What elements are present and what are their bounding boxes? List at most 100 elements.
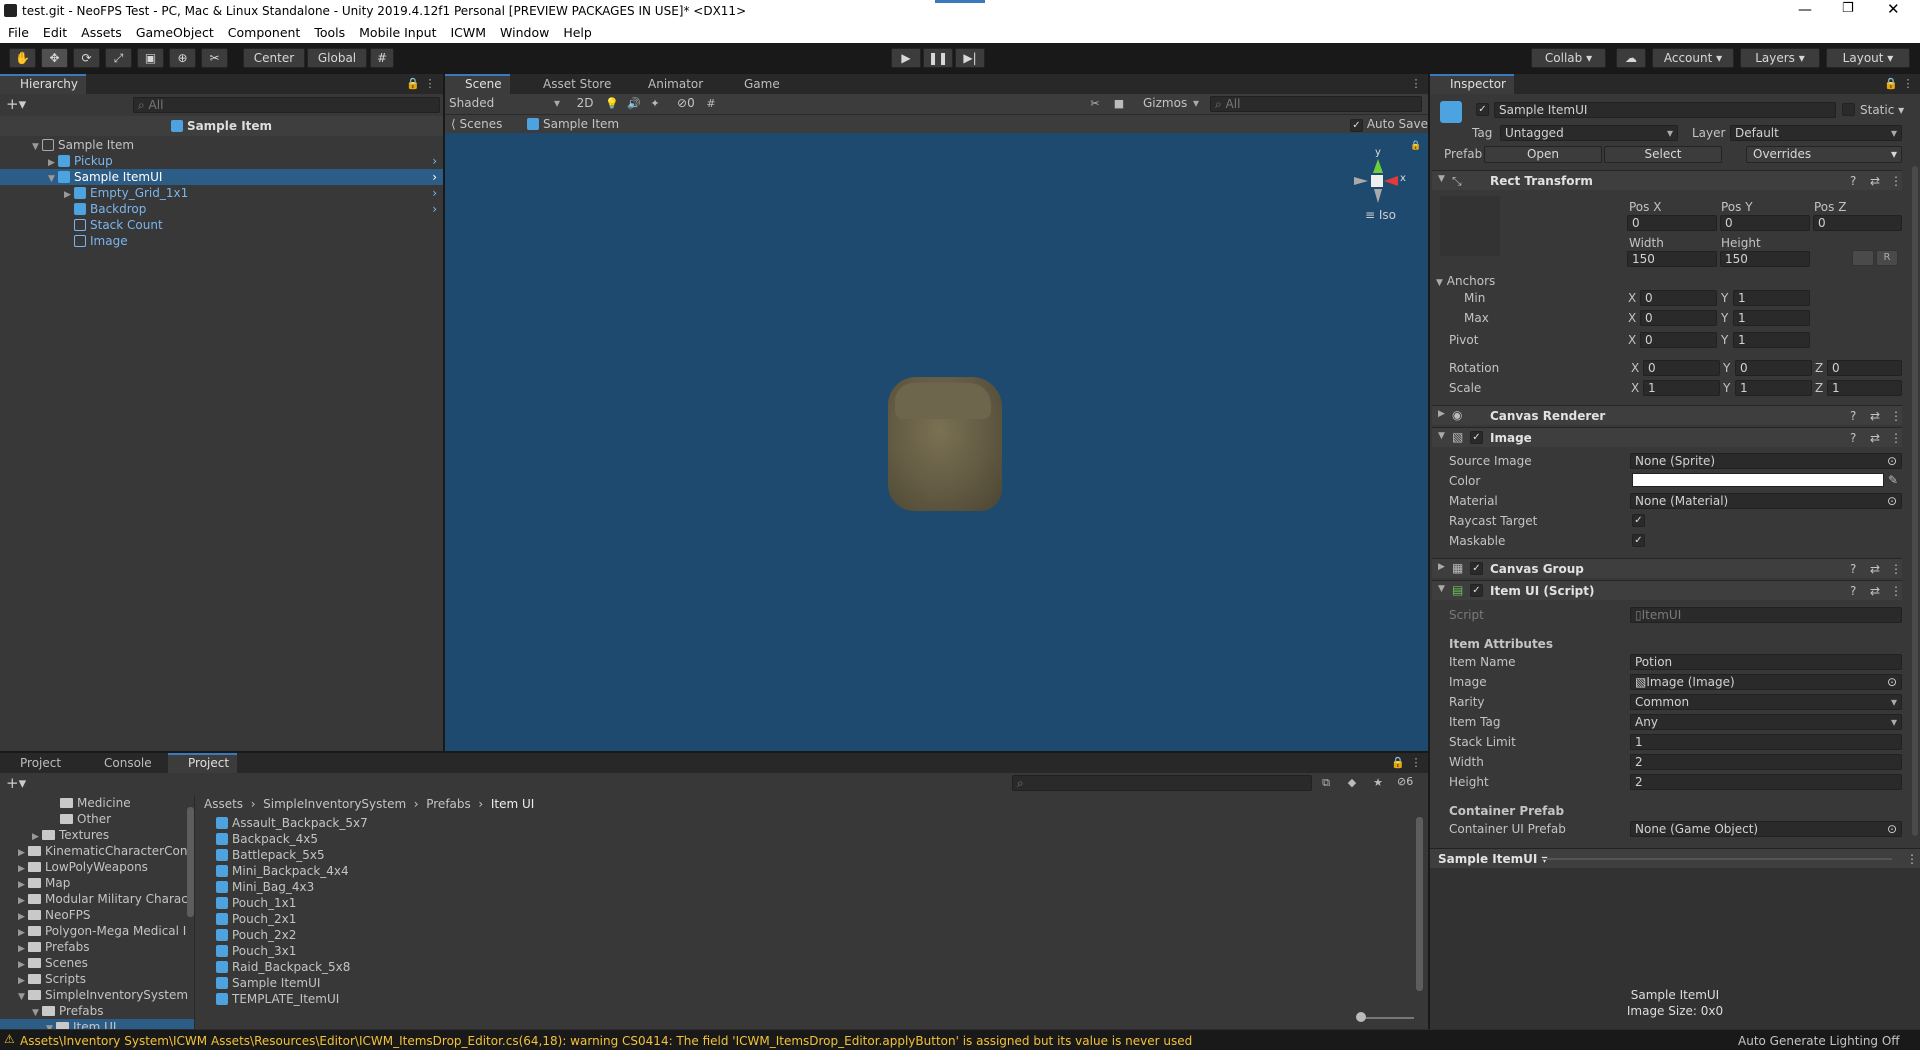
- hierarchy-row-backdrop[interactable]: Backdrop ›: [0, 201, 443, 217]
- autosave-toggle[interactable]: ✓ Auto Save: [1350, 117, 1428, 132]
- asset-item[interactable]: Pouch_2x1: [216, 911, 296, 927]
- image-enabled-checkbox[interactable]: ✓: [1470, 431, 1483, 444]
- item-breadcrumb[interactable]: Sample Item: [527, 117, 619, 131]
- breadcrumb-sis[interactable]: SimpleInventorySystem: [263, 797, 406, 811]
- chevron-right-icon[interactable]: ›: [432, 201, 437, 217]
- tab-scene[interactable]: Scene: [445, 74, 510, 94]
- custom-tool-icon[interactable]: ✂: [201, 48, 228, 68]
- maskable-checkbox[interactable]: ✓: [1632, 534, 1645, 547]
- preview-splitter[interactable]: [1542, 858, 1892, 860]
- shading-mode-dropdown[interactable]: Shaded: [449, 96, 564, 112]
- asset-item[interactable]: TEMPLATE_ItemUI: [216, 991, 339, 1007]
- hierarchy-row-image[interactable]: Image: [0, 233, 443, 249]
- hierarchy-search-input[interactable]: ⌕ All: [133, 97, 440, 113]
- filter-label-icon[interactable]: ◆: [1346, 777, 1358, 789]
- anchor-min-y-input[interactable]: 1: [1733, 290, 1810, 306]
- raycast-checkbox[interactable]: ✓: [1632, 514, 1645, 527]
- hierarchy-row-root[interactable]: ▼ Sample Item: [0, 137, 443, 153]
- prefab-overrides-dropdown[interactable]: Overrides ▾: [1746, 146, 1902, 163]
- hierarchy-add-button[interactable]: +▾: [6, 95, 26, 113]
- hierarchy-row-pickup[interactable]: ▶ Pickup ›: [0, 153, 443, 169]
- asset-item[interactable]: Sample ItemUI: [216, 975, 320, 991]
- anchor-presets-button[interactable]: [1440, 196, 1500, 256]
- asset-list-scrollbar[interactable]: [1416, 817, 1423, 991]
- project-add-button[interactable]: +▾: [6, 774, 26, 792]
- collab-dropdown[interactable]: Collab ▾: [1531, 48, 1606, 68]
- tab-asset-store[interactable]: Asset Store: [523, 74, 619, 94]
- object-picker-icon[interactable]: ⊙: [1887, 494, 1897, 508]
- tree-item[interactable]: Other: [60, 811, 194, 827]
- tree-item[interactable]: ▶ Map: [18, 875, 194, 891]
- menu-component[interactable]: Component: [220, 22, 307, 40]
- item-name-input[interactable]: Potion: [1630, 654, 1902, 670]
- material-field[interactable]: None (Material) ⊙: [1630, 493, 1902, 509]
- tab-project-1[interactable]: Project: [0, 753, 69, 773]
- move-tool-icon[interactable]: ✥: [41, 48, 68, 68]
- pivot-x-input[interactable]: 0: [1640, 332, 1717, 348]
- camera-icon[interactable]: ■: [1113, 98, 1125, 110]
- lighting-toggle-icon[interactable]: 💡: [605, 98, 619, 110]
- iso-label[interactable]: ≡ Iso: [1365, 208, 1396, 222]
- menu-file[interactable]: File: [0, 22, 35, 40]
- toggle-2d-button[interactable]: 2D: [573, 96, 597, 110]
- scenes-breadcrumb[interactable]: ⟨ Scenes: [451, 117, 502, 131]
- object-name-input[interactable]: Sample ItemUI: [1494, 102, 1836, 118]
- rect-transform-header[interactable]: ▼ ⤡ Rect Transform ? ⇄ ⋮: [1432, 170, 1902, 190]
- filter-type-icon[interactable]: ⧉: [1320, 777, 1332, 789]
- project-search-input[interactable]: ⌕: [1012, 775, 1312, 791]
- tools-icon[interactable]: ✂: [1089, 98, 1101, 110]
- help-icon[interactable]: ?: [1850, 584, 1856, 598]
- blueprint-mode-button[interactable]: [1852, 250, 1874, 266]
- raw-edit-button[interactable]: R: [1876, 250, 1898, 266]
- hidden-packages-toggle[interactable]: ⊘6: [1397, 775, 1413, 788]
- prefab-select-button[interactable]: Select: [1604, 146, 1722, 163]
- posx-input[interactable]: 0: [1627, 215, 1717, 231]
- menu-icwm[interactable]: ICWM: [442, 22, 492, 40]
- component-menu-icon[interactable]: ⋮: [1890, 584, 1902, 598]
- tree-item[interactable]: ▶ Textures: [32, 827, 194, 843]
- kebab-menu-icon[interactable]: ⋮: [1410, 757, 1422, 769]
- layer-dropdown[interactable]: Default: [1730, 125, 1902, 141]
- rotation-z-input[interactable]: 0: [1827, 360, 1902, 376]
- component-menu-icon[interactable]: ⋮: [1890, 431, 1902, 445]
- chevron-right-icon[interactable]: ›: [432, 185, 437, 201]
- posz-input[interactable]: 0: [1813, 215, 1902, 231]
- scale-z-input[interactable]: 1: [1827, 380, 1902, 396]
- icon-size-slider[interactable]: [1358, 1017, 1414, 1019]
- asset-item[interactable]: Mini_Bag_4x3: [216, 879, 314, 895]
- gizmos-dropdown[interactable]: Gizmos: [1143, 96, 1203, 110]
- tab-console[interactable]: Console: [84, 753, 160, 773]
- tree-item[interactable]: Medicine: [60, 795, 194, 811]
- asset-item[interactable]: Pouch_1x1: [216, 895, 296, 911]
- pivot-center-button[interactable]: Center: [243, 48, 305, 68]
- presets-icon[interactable]: ⇄: [1870, 174, 1880, 188]
- tree-item[interactable]: ▶ NeoFPS: [18, 907, 194, 923]
- lock-icon[interactable]: 🔒: [406, 78, 420, 90]
- scale-x-input[interactable]: 1: [1643, 380, 1720, 396]
- component-menu-icon[interactable]: ⋮: [1890, 174, 1902, 188]
- object-picker-icon[interactable]: ⊙: [1887, 822, 1897, 836]
- asset-item[interactable]: Raid_Backpack_5x8: [216, 959, 350, 975]
- grid-toggle-icon[interactable]: #: [705, 98, 717, 110]
- item-ui-enabled-checkbox[interactable]: ✓: [1470, 584, 1483, 597]
- kebab-menu-icon[interactable]: ⋮: [424, 78, 436, 90]
- tree-item[interactable]: ▼ Prefabs: [32, 1003, 194, 1019]
- source-image-field[interactable]: None (Sprite) ⊙: [1630, 453, 1902, 469]
- scene-search-input[interactable]: ⌕ All: [1210, 96, 1422, 112]
- presets-icon[interactable]: ⇄: [1870, 431, 1880, 445]
- tree-item[interactable]: ▶ Modular Military Charact: [18, 891, 194, 907]
- rotation-y-input[interactable]: 0: [1735, 360, 1812, 376]
- tree-scrollbar[interactable]: [187, 807, 194, 917]
- tree-item[interactable]: ▶ LowPolyWeapons: [18, 859, 194, 875]
- menu-assets[interactable]: Assets: [73, 22, 128, 40]
- tree-item[interactable]: ▼ SimpleInventorySystem: [18, 987, 194, 1003]
- menu-help[interactable]: Help: [555, 22, 598, 40]
- tab-project-2[interactable]: Project: [168, 753, 238, 773]
- scene-gizmo[interactable]: y x: [1350, 147, 1406, 213]
- kebab-menu-icon[interactable]: ⋮: [1902, 78, 1914, 90]
- hierarchy-row-selected[interactable]: ▼ Sample ItemUI ›: [0, 169, 443, 185]
- rarity-dropdown[interactable]: Common: [1630, 694, 1902, 710]
- hand-tool-icon[interactable]: ✋: [9, 48, 36, 68]
- item-height-input[interactable]: 2: [1630, 774, 1902, 790]
- tree-item[interactable]: ▶ Scenes: [18, 955, 194, 971]
